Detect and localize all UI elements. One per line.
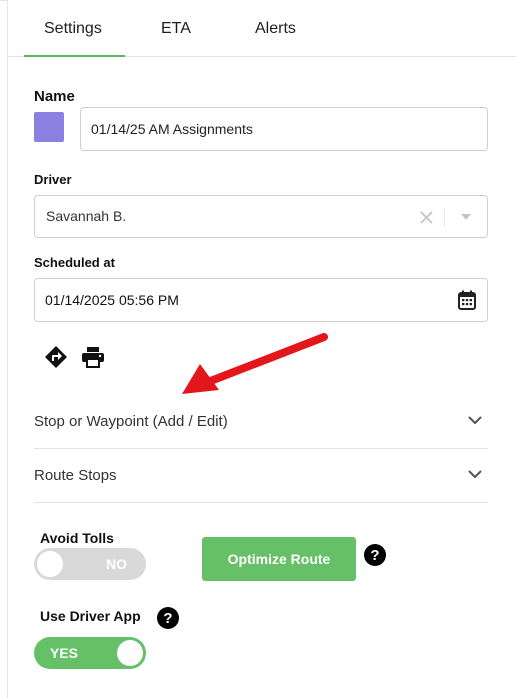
chevron-down-icon bbox=[468, 470, 482, 478]
driver-label: Driver bbox=[34, 172, 72, 187]
toggle-knob bbox=[117, 640, 143, 666]
avoid-tolls-toggle[interactable]: NO bbox=[34, 548, 146, 580]
name-input-value: 01/14/25 AM Assignments bbox=[91, 121, 253, 137]
chevron-down-icon bbox=[468, 416, 482, 424]
stop-waypoint-section[interactable]: Stop or Waypoint (Add / Edit) bbox=[34, 395, 488, 449]
clear-x-icon[interactable] bbox=[420, 211, 433, 224]
route-stops-label: Route Stops bbox=[34, 467, 117, 484]
driver-select-value: Savannah B. bbox=[46, 208, 127, 224]
stop-waypoint-label: Stop or Waypoint (Add / Edit) bbox=[34, 413, 228, 430]
scheduled-label: Scheduled at bbox=[34, 255, 115, 270]
print-icon[interactable] bbox=[81, 346, 105, 368]
annotation-arrow bbox=[182, 333, 328, 394]
name-input[interactable]: 01/14/25 AM Assignments bbox=[80, 107, 488, 151]
tab-settings[interactable]: Settings bbox=[44, 20, 102, 38]
toggle-knob bbox=[37, 551, 63, 577]
select-separator bbox=[444, 207, 445, 227]
avoid-tolls-label: Avoid Tolls bbox=[40, 530, 114, 546]
use-driver-app-toggle[interactable]: YES bbox=[34, 637, 146, 669]
route-stops-section[interactable]: Route Stops bbox=[34, 449, 488, 503]
help-icon[interactable]: ? bbox=[364, 544, 386, 566]
tab-alerts[interactable]: Alerts bbox=[255, 20, 296, 38]
tab-eta[interactable]: ETA bbox=[161, 20, 191, 38]
calendar-icon[interactable] bbox=[458, 290, 476, 310]
directions-icon[interactable] bbox=[44, 345, 68, 369]
name-label: Name bbox=[34, 88, 75, 105]
optimize-route-button[interactable]: Optimize Route bbox=[202, 537, 356, 581]
scheduled-input[interactable]: 01/14/2025 05:56 PM bbox=[34, 278, 488, 322]
use-driver-app-state: YES bbox=[50, 645, 79, 661]
scheduled-input-value: 01/14/2025 05:56 PM bbox=[45, 292, 179, 308]
avoid-tolls-state: NO bbox=[106, 556, 127, 572]
tab-bar: Settings ETA Alerts bbox=[7, 1, 516, 57]
use-driver-app-label: Use Driver App bbox=[40, 608, 141, 624]
help-icon[interactable]: ? bbox=[157, 607, 179, 629]
chevron-down-icon[interactable] bbox=[461, 214, 471, 221]
active-tab-indicator bbox=[24, 55, 125, 57]
driver-select[interactable]: Savannah B. bbox=[34, 195, 488, 238]
route-color-swatch[interactable] bbox=[34, 112, 64, 142]
